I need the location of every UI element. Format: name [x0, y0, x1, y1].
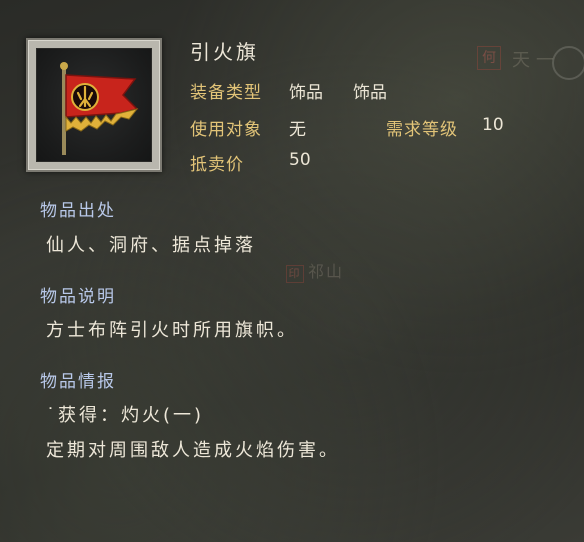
target-value: 无 [289, 120, 306, 140]
map-place-label-2: 印祁山 [286, 258, 344, 283]
info-heading: 物品情报 [40, 372, 116, 392]
fire-flag-icon [60, 62, 139, 155]
item-icon-slot [36, 48, 152, 162]
info-effect-name: ˙获得：灼火(一) [46, 405, 205, 426]
equip-type-value-2: 饰品 [353, 83, 387, 103]
info-effect-description: 定期对周围敌人造成火焰伤害。 [46, 440, 340, 461]
map-place-name: 祁山 [308, 262, 345, 281]
level-requirement-label: 需求等级 [386, 120, 458, 140]
item-icon-frame [26, 38, 162, 172]
equip-type-value: 饰品 [289, 83, 323, 103]
description-text: 方士布阵引火时所用旗帜。 [46, 320, 298, 341]
target-label: 使用对象 [190, 120, 262, 140]
sell-price-label: 抵卖价 [190, 155, 244, 175]
origin-heading: 物品出处 [40, 201, 116, 221]
sell-price-value: 50 [289, 150, 311, 170]
map-ring-marker [552, 46, 584, 80]
description-heading: 物品说明 [40, 287, 116, 307]
level-requirement-value: 10 [482, 115, 504, 135]
equip-type-label: 装备类型 [190, 83, 262, 103]
item-name: 引火旗 [190, 40, 259, 64]
map-seal-marker: 何 [477, 46, 501, 70]
origin-text: 仙人、洞府、据点掉落 [46, 235, 256, 256]
map-seal-marker-2: 印 [286, 265, 304, 283]
